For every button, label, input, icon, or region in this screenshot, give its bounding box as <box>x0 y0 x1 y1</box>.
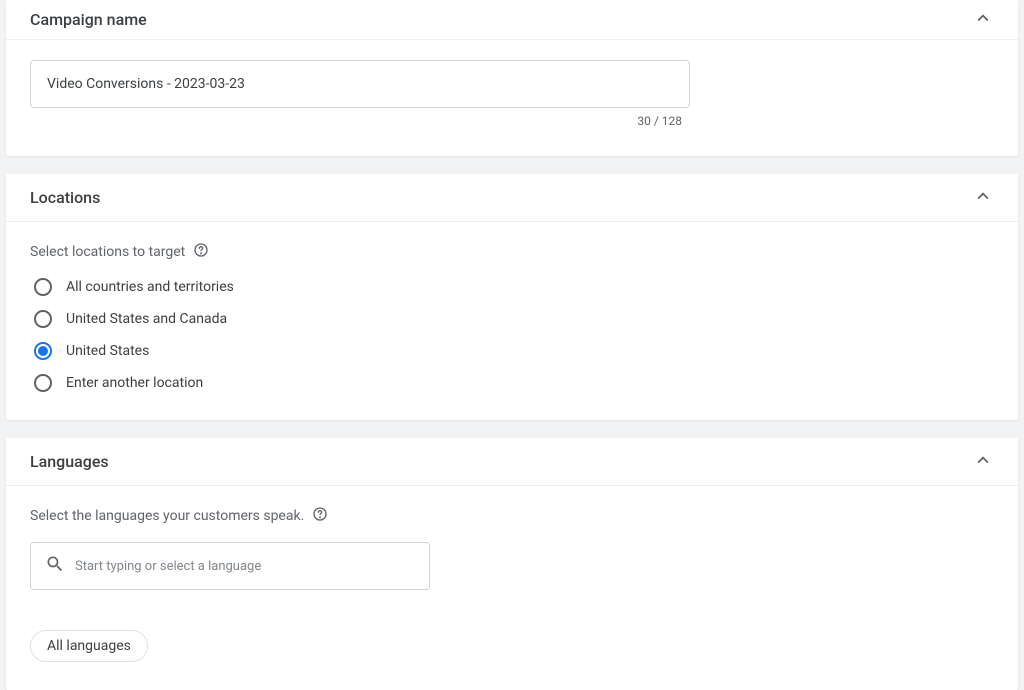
search-icon <box>45 554 65 578</box>
campaign-name-char-count: 30 / 128 <box>30 114 690 128</box>
help-icon[interactable] <box>193 242 209 262</box>
campaign-name-input[interactable] <box>30 60 690 108</box>
campaign-name-title: Campaign name <box>30 10 147 29</box>
locations-helper-text: Select locations to target <box>30 244 185 260</box>
campaign-name-input-wrap: 30 / 128 <box>30 60 690 128</box>
locations-title: Locations <box>30 188 100 207</box>
chevron-up-icon[interactable] <box>972 7 994 33</box>
radio-label: United States <box>66 343 149 359</box>
locations-header: Locations <box>6 174 1018 222</box>
chevron-up-icon[interactable] <box>972 185 994 211</box>
locations-radio-option[interactable]: United States and Canada <box>34 310 994 328</box>
locations-radio-option[interactable]: United States <box>34 342 994 360</box>
radio-icon <box>34 310 52 328</box>
campaign-name-card: Campaign name 30 / 128 <box>6 0 1018 156</box>
languages-card: Languages Select the languages your cust… <box>6 438 1018 690</box>
radio-icon <box>34 342 52 360</box>
languages-helper-row: Select the languages your customers spea… <box>30 506 994 526</box>
language-chip-all-languages[interactable]: All languages <box>30 630 148 662</box>
radio-label: Enter another location <box>66 375 203 391</box>
language-search-wrap <box>30 542 430 590</box>
radio-icon <box>34 278 52 296</box>
locations-radio-option[interactable]: Enter another location <box>34 374 994 392</box>
locations-radio-group: All countries and territories United Stat… <box>34 278 994 392</box>
campaign-name-header: Campaign name <box>6 0 1018 40</box>
radio-label: All countries and territories <box>66 279 234 295</box>
radio-icon <box>34 374 52 392</box>
language-search-input[interactable] <box>75 559 415 574</box>
locations-card: Locations Select locations to target All… <box>6 174 1018 420</box>
language-search[interactable] <box>30 542 430 590</box>
locations-body: Select locations to target All countries… <box>6 222 1018 420</box>
languages-helper-text: Select the languages your customers spea… <box>30 508 304 524</box>
languages-title: Languages <box>30 452 109 471</box>
languages-body: Select the languages your customers spea… <box>6 486 1018 690</box>
help-icon[interactable] <box>312 506 328 526</box>
radio-label: United States and Canada <box>66 311 227 327</box>
campaign-name-body: 30 / 128 <box>6 40 1018 156</box>
locations-radio-option[interactable]: All countries and territories <box>34 278 994 296</box>
chevron-up-icon[interactable] <box>972 449 994 475</box>
languages-header: Languages <box>6 438 1018 486</box>
locations-helper-row: Select locations to target <box>30 242 994 262</box>
